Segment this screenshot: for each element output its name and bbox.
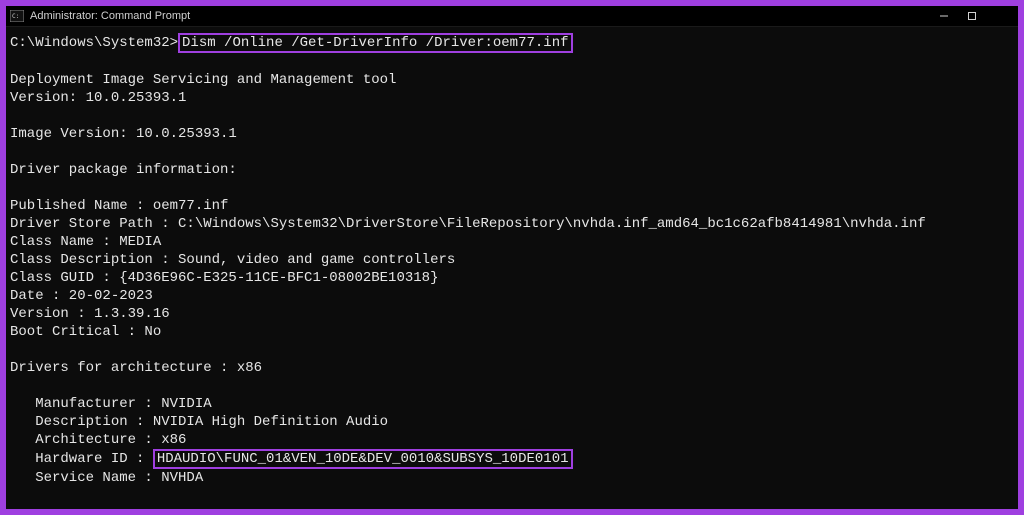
svg-text:C:: C: [12, 13, 19, 20]
hardware-id-highlight: HDAUDIO\FUNC_01&VEN_10DE&DEV_0010&SUBSYS… [153, 449, 573, 469]
class-description: Class Description : Sound, video and gam… [10, 252, 455, 268]
image-version: Image Version: 10.0.25393.1 [10, 126, 237, 142]
command-text: Dism /Online /Get-DriverInfo /Driver:oem… [182, 35, 568, 51]
published-name: Published Name : oem77.inf [10, 198, 228, 214]
date-line: Date : 20-02-2023 [10, 288, 153, 304]
class-name: Class Name : MEDIA [10, 234, 161, 250]
dism-header: Deployment Image Servicing and Managemen… [10, 72, 396, 88]
architecture-line: Architecture : x86 [10, 432, 186, 448]
driver-store-path: Driver Store Path : C:\Windows\System32\… [10, 216, 926, 232]
minimize-button[interactable] [930, 6, 958, 26]
description-line: Description : NVIDIA High Definition Aud… [10, 414, 388, 430]
arch-header: Drivers for architecture : x86 [10, 360, 262, 376]
titlebar[interactable]: C: Administrator: Command Prompt [6, 6, 1018, 27]
terminal-output[interactable]: C:\Windows\System32>Dism /Online /Get-Dr… [6, 27, 1018, 491]
prompt-text: C:\Windows\System32> [10, 35, 178, 51]
maximize-button[interactable] [958, 6, 986, 26]
class-guid: Class GUID : {4D36E96C-E325-11CE-BFC1-08… [10, 270, 438, 286]
hardware-id-value: HDAUDIO\FUNC_01&VEN_10DE&DEV_0010&SUBSYS… [157, 451, 569, 467]
boot-critical: Boot Critical : No [10, 324, 161, 340]
cmd-icon: C: [10, 10, 24, 22]
command-highlight: Dism /Online /Get-DriverInfo /Driver:oem… [178, 33, 572, 53]
service-name-line: Service Name : NVHDA [10, 470, 203, 486]
dism-version: Version: 10.0.25393.1 [10, 90, 186, 106]
window-frame: C: Administrator: Command Prompt C:\Wind… [4, 4, 1020, 511]
version-line: Version : 1.3.39.16 [10, 306, 170, 322]
manufacturer-line: Manufacturer : NVIDIA [10, 396, 212, 412]
window-title: Administrator: Command Prompt [30, 10, 190, 22]
hardware-id-label: Hardware ID : [10, 451, 153, 467]
pkg-header: Driver package information: [10, 162, 237, 178]
